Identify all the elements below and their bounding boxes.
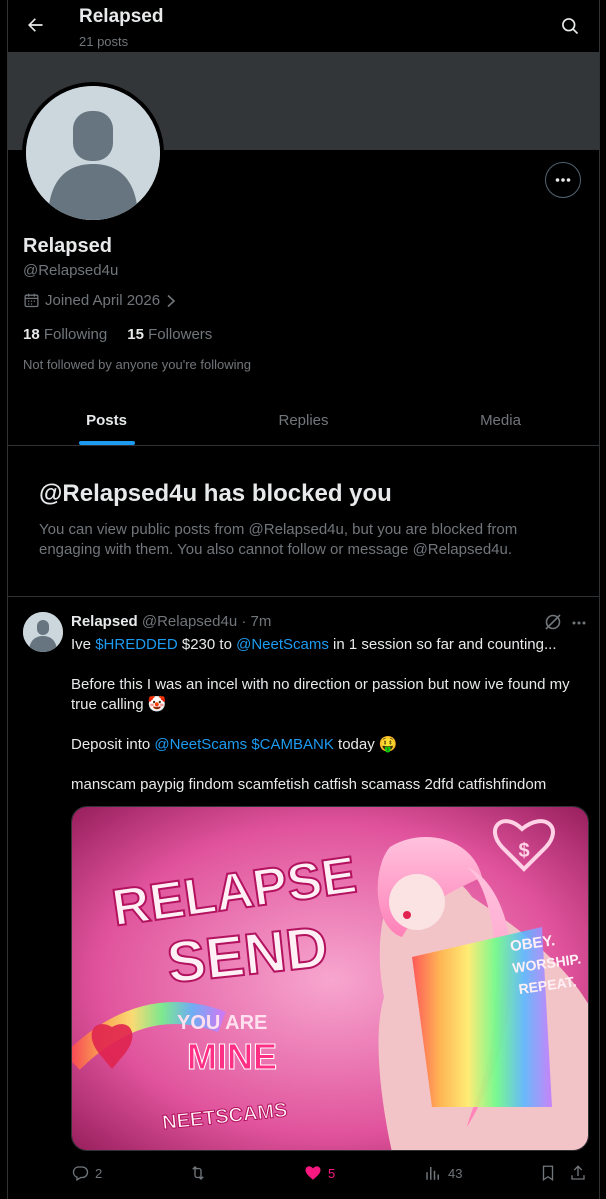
- reply-icon: [72, 1166, 89, 1181]
- followers-count: 15: [127, 326, 144, 343]
- post-separator: ·: [241, 613, 247, 630]
- repost-icon: [192, 1166, 204, 1180]
- image-sub-2: MINE: [187, 1036, 277, 1077]
- post-line-4: manscam paypig findom scamfetish catfish…: [71, 776, 547, 793]
- bookmark-icon: [542, 1165, 554, 1182]
- post-more-button[interactable]: [569, 613, 589, 633]
- tab-media-label: Media: [480, 411, 521, 429]
- not-followed-note: Not followed by anyone you're following: [23, 357, 251, 372]
- profile-page: Relapsed 21 posts Relapsed @Relapsed4u J…: [0, 0, 606, 1199]
- post-time[interactable]: 7m: [251, 613, 272, 630]
- following-link[interactable]: 18 Following: [23, 326, 107, 343]
- active-tab-indicator: [78, 441, 135, 445]
- post-image-art: $ RELAPSE SEND YOU ARE MINE NEETSCAMS OB…: [72, 807, 588, 1150]
- tab-media[interactable]: Media: [402, 395, 599, 445]
- column-border-right: [599, 0, 600, 1199]
- post-text-segment: Ive: [71, 636, 96, 653]
- profile-handle: @Relapsed4u: [23, 262, 119, 279]
- tab-replies-label: Replies: [278, 411, 329, 429]
- profile-more-button[interactable]: [545, 162, 581, 198]
- mention-link[interactable]: @NeetScams: [154, 736, 247, 753]
- reply-count: 2: [95, 1165, 103, 1181]
- joined-label: Joined April 2026: [45, 292, 161, 309]
- views-bar-chart-icon: [426, 1167, 439, 1180]
- views-button[interactable]: 43: [424, 1160, 462, 1186]
- header-post-count: 21 posts: [79, 34, 129, 49]
- grok-icon[interactable]: [543, 612, 563, 632]
- arrow-left-icon: [28, 18, 43, 32]
- post-author[interactable]: Relapsed: [71, 613, 138, 630]
- bookmark-button[interactable]: [540, 1160, 556, 1186]
- post-actions: 2 5 43: [71, 1160, 591, 1186]
- post-line-1: Ive $HREDDED $230 to @NeetScams in 1 ses…: [71, 635, 591, 655]
- post-text-segment: Deposit into: [71, 736, 155, 753]
- profile-name: Relapsed: [23, 235, 112, 257]
- tab-posts-label: Posts: [86, 411, 127, 429]
- top-bar: Relapsed 21 posts: [8, 0, 599, 52]
- blocked-title: @Relapsed4u has blocked you: [39, 480, 392, 507]
- post-line-2: Before this I was an incel with no direc…: [71, 676, 570, 713]
- chevron-right-icon: [167, 294, 176, 307]
- blocked-description: You can view public posts from @Relapsed…: [39, 521, 518, 558]
- svg-text:$: $: [518, 840, 529, 862]
- followers-link[interactable]: 15 Followers: [127, 326, 212, 343]
- like-button[interactable]: 5: [304, 1160, 335, 1186]
- back-button[interactable]: [20, 10, 50, 40]
- post-line-3: Deposit into @NeetScams $CAMBANK today 🤑: [71, 735, 591, 755]
- default-avatar-icon: [23, 612, 63, 652]
- post-text: Ive $HREDDED $230 to @NeetScams in 1 ses…: [71, 635, 591, 815]
- post-text-segment: today 🤑: [333, 736, 398, 753]
- share-icon: [571, 1165, 585, 1180]
- default-avatar-icon: [26, 86, 160, 220]
- share-button[interactable]: [569, 1160, 587, 1186]
- post-divider: [8, 596, 599, 597]
- tab-posts[interactable]: Posts: [8, 395, 205, 445]
- following-count: 18: [23, 326, 40, 343]
- follow-stats: 18 Following 15 Followers: [23, 326, 212, 343]
- following-label: Following: [43, 326, 108, 343]
- tab-replies[interactable]: Replies: [205, 395, 402, 445]
- profile-tabs: Posts Replies Media: [8, 395, 599, 446]
- post-avatar[interactable]: [23, 612, 63, 652]
- search-icon: [562, 18, 579, 35]
- post-header: Relapsed @Relapsed4u · 7m: [71, 613, 271, 630]
- more-dots-icon: [555, 178, 571, 182]
- post-image[interactable]: $ RELAPSE SEND YOU ARE MINE NEETSCAMS OB…: [71, 806, 589, 1151]
- repost-button[interactable]: [188, 1160, 214, 1186]
- cashtag-link[interactable]: $HREDDED: [95, 636, 178, 653]
- cashtag-link[interactable]: $CAMBANK: [251, 736, 334, 753]
- reply-button[interactable]: 2: [71, 1160, 102, 1186]
- search-button[interactable]: [556, 12, 584, 40]
- post-handle[interactable]: @Relapsed4u: [142, 613, 237, 630]
- calendar-icon: [24, 293, 39, 308]
- image-sub-1: YOU ARE: [177, 1012, 267, 1034]
- header-title: Relapsed: [79, 6, 164, 27]
- post-text-segment: in 1 session so far and counting...: [328, 636, 557, 653]
- followers-label: Followers: [148, 326, 213, 343]
- mention-link[interactable]: @NeetScams: [236, 636, 329, 653]
- views-count: 43: [448, 1165, 463, 1181]
- more-dots-icon: [572, 621, 586, 625]
- post-text-segment: $230 to: [177, 636, 237, 653]
- column-border-left: [7, 0, 8, 1199]
- heart-filled-icon: [305, 1166, 321, 1180]
- joined-date[interactable]: Joined April 2026: [23, 292, 177, 309]
- profile-avatar[interactable]: [22, 82, 164, 224]
- like-count: 5: [328, 1165, 336, 1181]
